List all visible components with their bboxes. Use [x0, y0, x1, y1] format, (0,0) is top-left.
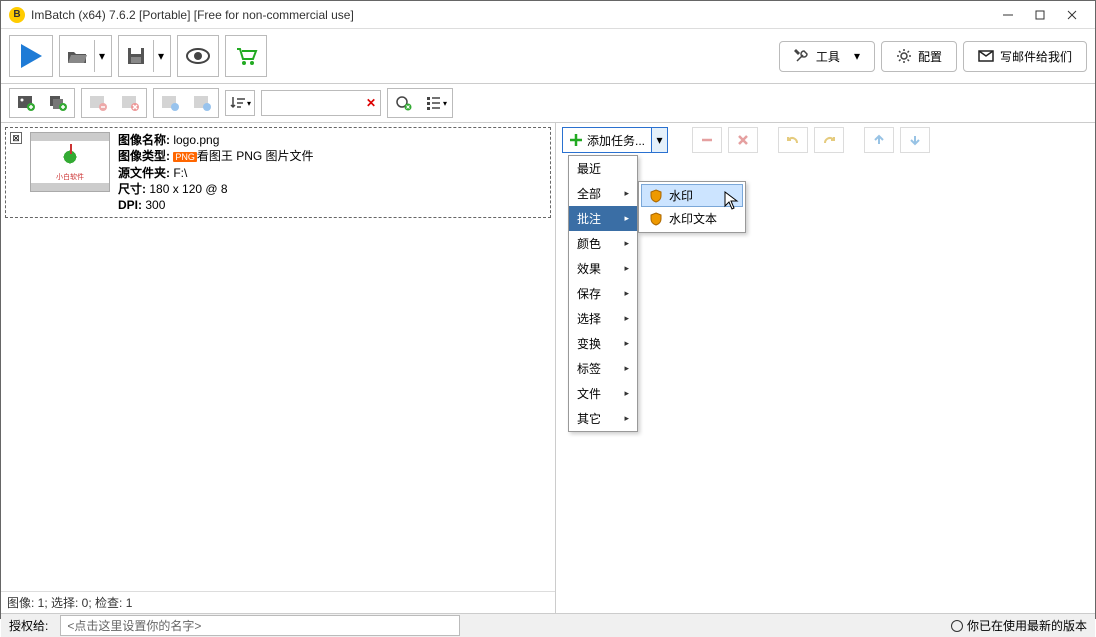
remove-all-button[interactable]: [115, 90, 145, 116]
add-image-button[interactable]: [11, 90, 41, 116]
close-button[interactable]: [1057, 5, 1087, 25]
shield-icon: [649, 212, 663, 226]
name-label: 图像名称:: [118, 133, 170, 147]
shop-button[interactable]: [225, 35, 267, 77]
main-toolbar: ▾ ▾ 工具 ▾ 配置 写邮件给我们: [1, 29, 1095, 84]
menu-item[interactable]: 最近: [569, 156, 637, 181]
gear-icon: [896, 48, 912, 64]
app-icon: B: [9, 7, 25, 23]
dim-label: 尺寸:: [118, 182, 146, 196]
submenu-item[interactable]: 水印: [641, 184, 743, 207]
redo-button[interactable]: [814, 127, 844, 153]
undo-button[interactable]: [778, 127, 808, 153]
maximize-button[interactable]: [1025, 5, 1055, 25]
open-button[interactable]: ▾: [59, 35, 112, 77]
chevron-down-icon: ▾: [854, 49, 860, 63]
menu-item[interactable]: 其它▸: [569, 406, 637, 431]
minus-button[interactable]: [692, 127, 722, 153]
task-submenu: 水印水印文本: [638, 181, 746, 233]
sort-button[interactable]: ▾: [225, 90, 255, 116]
shield-icon: [649, 189, 663, 203]
filter-gear-button[interactable]: [389, 90, 419, 116]
delete-button[interactable]: [728, 127, 758, 153]
item-checkbox[interactable]: ⊠: [10, 132, 22, 144]
chevron-down-icon[interactable]: ▾: [94, 40, 105, 72]
image-name: logo.png: [173, 133, 219, 147]
status-icon: [951, 620, 963, 632]
image-toolbar: ▾ ✕ ▾: [1, 84, 1095, 123]
image-dimensions: 180 x 120 @ 8: [149, 182, 227, 196]
thumbnail: 小白软件: [30, 132, 110, 192]
menu-item[interactable]: 变换▸: [569, 331, 637, 356]
task-menu: 最近全部▸批注▸颜色▸效果▸保存▸选择▸变换▸标签▸文件▸其它▸: [568, 155, 638, 432]
image-dpi: 300: [145, 198, 165, 212]
remove-image-button[interactable]: [83, 90, 113, 116]
license-label: 授权给:: [9, 617, 48, 634]
menu-item[interactable]: 保存▸: [569, 281, 637, 306]
menu-item[interactable]: 批注▸: [569, 206, 637, 231]
run-button[interactable]: [9, 35, 53, 77]
dpi-label: DPI:: [118, 198, 142, 212]
move-up-button[interactable]: [864, 127, 894, 153]
email-button[interactable]: 写邮件给我们: [963, 41, 1087, 72]
preview-button[interactable]: [177, 35, 219, 77]
window-title: ImBatch (x64) 7.6.2 [Portable] [Free for…: [31, 8, 993, 22]
add-folder-button[interactable]: [43, 90, 73, 116]
check-button[interactable]: [155, 90, 185, 116]
tools-label: 工具: [816, 48, 840, 65]
menu-item[interactable]: 效果▸: [569, 256, 637, 281]
menu-item[interactable]: 文件▸: [569, 381, 637, 406]
save-button[interactable]: ▾: [118, 35, 171, 77]
menu-item[interactable]: 颜色▸: [569, 231, 637, 256]
menu-item[interactable]: 标签▸: [569, 356, 637, 381]
add-task-dropdown[interactable]: ▾: [652, 127, 668, 153]
add-task-label: 添加任务...: [587, 132, 645, 149]
image-list: ⊠ 小白软件 图像名称: logo.png 图像类型: PNG看图王 PNG 图…: [1, 123, 555, 591]
license-input[interactable]: <点击这里设置你的名字>: [60, 615, 460, 636]
menu-item[interactable]: 全部▸: [569, 181, 637, 206]
clear-filter-icon[interactable]: ✕: [366, 96, 376, 110]
uncheck-button[interactable]: [187, 90, 217, 116]
filter-input[interactable]: ✕: [261, 90, 381, 116]
titlebar: B ImBatch (x64) 7.6.2 [Portable] [Free f…: [1, 1, 1095, 29]
mail-icon: [978, 48, 994, 64]
add-task-button[interactable]: 添加任务...: [562, 127, 652, 153]
submenu-item[interactable]: 水印文本: [641, 207, 743, 230]
image-type: 看图王 PNG 图片文件: [197, 149, 314, 163]
chevron-down-icon[interactable]: ▾: [153, 40, 164, 72]
move-down-button[interactable]: [900, 127, 930, 153]
email-label: 写邮件给我们: [1000, 48, 1072, 65]
config-button[interactable]: 配置: [881, 41, 957, 72]
list-view-button[interactable]: ▾: [421, 90, 451, 116]
task-toolbar: 添加任务... ▾: [556, 123, 1095, 157]
image-status: 图像: 1; 选择: 0; 检查: 1: [1, 591, 555, 613]
image-folder: F:\: [173, 166, 187, 180]
minimize-button[interactable]: [993, 5, 1023, 25]
version-status-text: 你已在使用最新的版本: [967, 617, 1087, 634]
tools-button[interactable]: 工具 ▾: [779, 41, 875, 72]
image-item[interactable]: ⊠ 小白软件 图像名称: logo.png 图像类型: PNG看图王 PNG 图…: [5, 127, 551, 218]
tools-icon: [794, 48, 810, 64]
png-badge: PNG: [173, 152, 197, 162]
type-label: 图像类型:: [118, 149, 170, 163]
status-bar: 授权给: <点击这里设置你的名字> 你已在使用最新的版本: [1, 613, 1095, 637]
folder-label: 源文件夹:: [118, 166, 170, 180]
config-label: 配置: [918, 48, 942, 65]
plus-icon: [569, 133, 583, 147]
menu-item[interactable]: 选择▸: [569, 306, 637, 331]
